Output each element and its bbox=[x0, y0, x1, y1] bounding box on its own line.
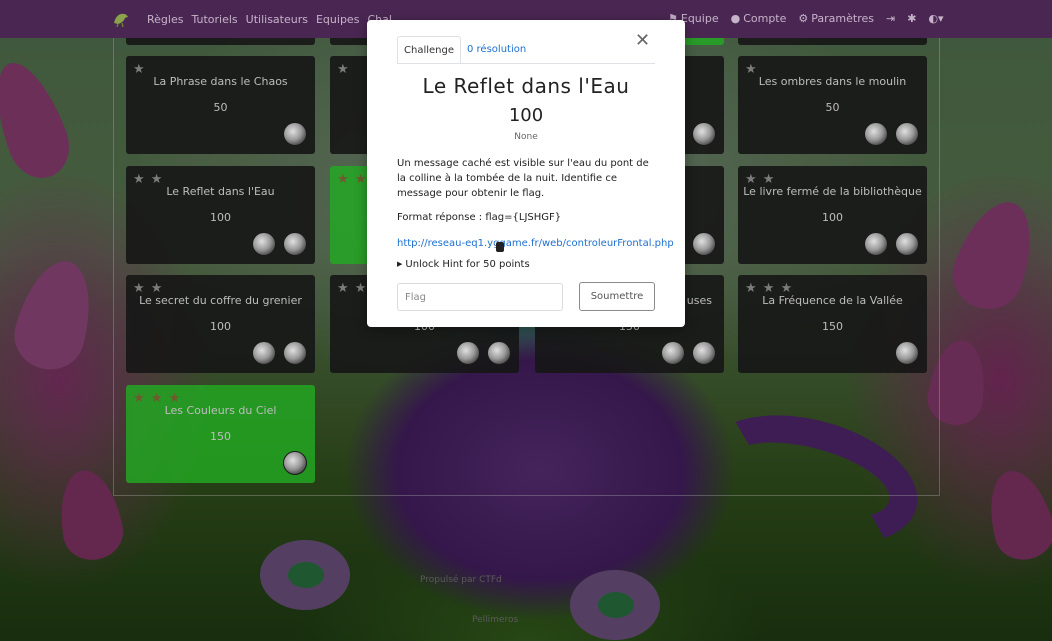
nav-right: ⚑ Equipe ● Compte ⚙ Paramètres ⇥ ✱ ◐▾ bbox=[668, 12, 944, 25]
challenge-title: La Fréquence de la Vallée bbox=[762, 294, 903, 307]
nav-account-label: Compte bbox=[743, 12, 787, 25]
unlock-hint[interactable]: ▶ Unlock Hint for 50 points bbox=[397, 259, 530, 270]
modal-tabs: Challenge 0 résolution bbox=[397, 36, 532, 64]
nav-team-label: Equipe bbox=[680, 12, 719, 25]
caret-right-icon: ▶ bbox=[397, 260, 403, 268]
challenge-points: 50 bbox=[825, 101, 840, 114]
card-stub bbox=[738, 38, 927, 45]
challenge-card[interactable]: ★ ★ ★ La Fréquence de la Vallée 150 bbox=[738, 275, 927, 373]
challenge-points: 100 bbox=[822, 211, 843, 224]
solver-avatar bbox=[895, 232, 919, 256]
challenge-card[interactable]: ★ Les ombres dans le moulin 50 bbox=[738, 56, 927, 154]
tab-divider bbox=[397, 63, 655, 64]
solver-avatar bbox=[252, 232, 276, 256]
challenge-tags: None bbox=[514, 132, 538, 142]
solver-avatar bbox=[252, 341, 276, 365]
nav-item-rules[interactable]: Règles bbox=[147, 13, 183, 26]
solver-avatar bbox=[456, 341, 480, 365]
solver-avatar bbox=[692, 122, 716, 146]
challenge-points: 100 bbox=[210, 320, 231, 333]
challenge-points: 100 bbox=[210, 211, 231, 224]
challenge-description: Un message caché est visible sur l'eau d… bbox=[397, 158, 649, 199]
challenge-title: Le livre fermé de la bibliothèque bbox=[743, 185, 922, 198]
challenge-points: 100 bbox=[508, 105, 544, 126]
footer-credit: Pellimeros bbox=[472, 615, 519, 625]
challenge-points: 150 bbox=[210, 430, 231, 443]
nav-item-users[interactable]: Utilisateurs bbox=[246, 13, 308, 26]
close-icon[interactable]: ✕ bbox=[635, 32, 650, 50]
challenge-title: Les ombres dans le moulin bbox=[758, 75, 907, 88]
solver-avatar bbox=[692, 232, 716, 256]
card-stub bbox=[126, 38, 315, 45]
nav-item-settings[interactable]: ⚙ Paramètres bbox=[798, 12, 874, 25]
tab-challenge[interactable]: Challenge bbox=[397, 36, 461, 64]
solver-avatar bbox=[864, 232, 888, 256]
challenge-title: Le secret du coffre du grenier bbox=[139, 294, 302, 307]
user-icon: ● bbox=[730, 12, 741, 25]
solver-avatar bbox=[283, 232, 307, 256]
challenge-link[interactable]: http://reseau-eq1.yggame.fr/web/controle… bbox=[397, 238, 674, 249]
settings-icon[interactable]: ✱ bbox=[907, 12, 916, 25]
flag-format: Format réponse : flag={LJSHGF} bbox=[397, 212, 562, 223]
challenge-title: Le Reflet dans l'Eau bbox=[166, 185, 275, 198]
nav-settings-label: Paramètres bbox=[811, 12, 874, 25]
challenge-title: Les Couleurs du Ciel bbox=[164, 404, 277, 417]
dragon-logo-icon[interactable] bbox=[112, 11, 130, 27]
submit-button[interactable]: Soumettre bbox=[579, 282, 655, 311]
solver-avatar bbox=[283, 451, 307, 475]
challenge-card[interactable]: ★ La Phrase dans le Chaos 50 bbox=[126, 56, 315, 154]
challenge-card[interactable]: ★ ★ Le livre fermé de la bibliothèque 10… bbox=[738, 166, 927, 264]
mouse-cursor-icon bbox=[496, 242, 504, 252]
nav-item-account[interactable]: ● Compte bbox=[731, 12, 787, 25]
challenge-title: Le Reflet dans l'Eau bbox=[422, 74, 630, 98]
challenge-points: 50 bbox=[213, 101, 228, 114]
difficulty-stars: ★ ★ bbox=[337, 281, 368, 296]
challenge-points: 150 bbox=[822, 320, 843, 333]
flag-input[interactable] bbox=[397, 283, 563, 311]
solver-avatar bbox=[692, 341, 716, 365]
challenge-title: uses bbox=[686, 294, 712, 307]
challenge-card[interactable]: ★ ★ Le secret du coffre du grenier 100 bbox=[126, 275, 315, 373]
nav-links: Règles Tutoriels Utilisateurs Equipes Ch… bbox=[147, 13, 392, 26]
difficulty-stars: ★ ★ bbox=[337, 172, 368, 187]
solver-avatar bbox=[895, 341, 919, 365]
solver-avatar bbox=[283, 122, 307, 146]
challenge-card[interactable]: ★ ★ Le Reflet dans l'Eau 100 bbox=[126, 166, 315, 264]
difficulty-stars: ★ bbox=[337, 62, 350, 77]
nav-item-tutorials[interactable]: Tutoriels bbox=[191, 13, 237, 26]
tab-solves[interactable]: 0 résolution bbox=[461, 36, 532, 64]
challenge-title: La Phrase dans le Chaos bbox=[153, 75, 288, 88]
hint-label: Unlock Hint for 50 points bbox=[405, 259, 530, 270]
gear-icon: ⚙ bbox=[798, 12, 809, 25]
solver-avatar bbox=[487, 341, 511, 365]
nav-item-teams[interactable]: Equipes bbox=[316, 13, 359, 26]
solver-avatar bbox=[283, 341, 307, 365]
solver-avatar bbox=[895, 122, 919, 146]
challenge-card-solved[interactable]: ★ ★ ★ Les Couleurs du Ciel 150 bbox=[126, 385, 315, 483]
challenge-modal: Challenge 0 résolution ✕ Le Reflet dans … bbox=[367, 20, 685, 327]
theme-icon[interactable]: ◐▾ bbox=[928, 12, 943, 25]
solver-avatar bbox=[864, 122, 888, 146]
solver-avatar bbox=[661, 341, 685, 365]
footer-powered-by[interactable]: Propulsé par CTFd bbox=[420, 575, 502, 585]
logout-icon[interactable]: ⇥ bbox=[886, 12, 895, 25]
